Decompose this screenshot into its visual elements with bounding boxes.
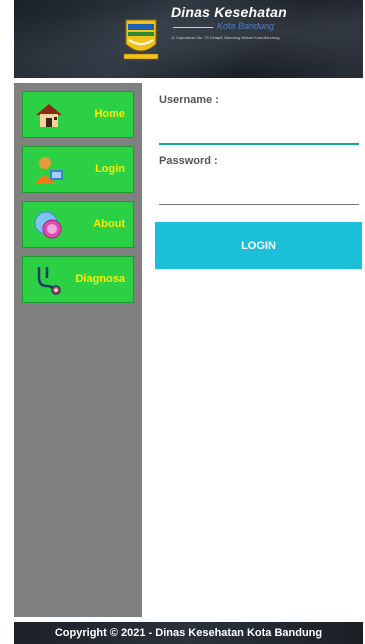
footer-copyright: Copyright © 2021 - Dinas Kesehatan Kota … <box>14 622 363 644</box>
sidebar-item-label: About <box>93 218 125 230</box>
username-underline <box>159 143 359 145</box>
header-title: Dinas Kesehatan <box>171 4 287 20</box>
sidebar-item-about[interactable]: About <box>22 201 134 248</box>
header-brand: Dinas Kesehatan Kota Bandung Jl. Supratm… <box>171 4 287 40</box>
house-icon <box>36 104 62 127</box>
city-emblem-icon <box>123 19 159 60</box>
password-underline <box>159 204 359 205</box>
sidebar-item-login[interactable]: Login <box>22 146 134 193</box>
password-label: Password : <box>159 155 218 167</box>
username-input[interactable] <box>159 119 359 141</box>
password-input[interactable] <box>159 180 359 202</box>
about-icon <box>34 211 62 239</box>
sidebar-item-label: Login <box>95 163 125 175</box>
sidebar-item-home[interactable]: Home <box>22 91 134 138</box>
sidebar-item-diagnosa[interactable]: Diagnosa <box>22 256 134 303</box>
header-subtitle: Kota Bandung <box>171 21 287 33</box>
stethoscope-icon <box>37 267 61 295</box>
user-login-icon <box>35 157 63 184</box>
header-divider <box>173 27 213 28</box>
sidebar-item-label: Diagnosa <box>75 273 125 285</box>
sidebar-item-label: Home <box>94 108 125 120</box>
header-city: Kota Bandung <box>217 21 275 31</box>
header-address: Jl. Supratman No. 73 Cihapit, Bandung We… <box>171 35 280 40</box>
username-label: Username : <box>159 94 219 106</box>
sidebar-menu: Home Login About Diagnosa <box>14 83 142 617</box>
header-banner: Dinas Kesehatan Kota Bandung Jl. Supratm… <box>14 0 363 78</box>
login-button[interactable]: LOGIN <box>155 222 362 269</box>
